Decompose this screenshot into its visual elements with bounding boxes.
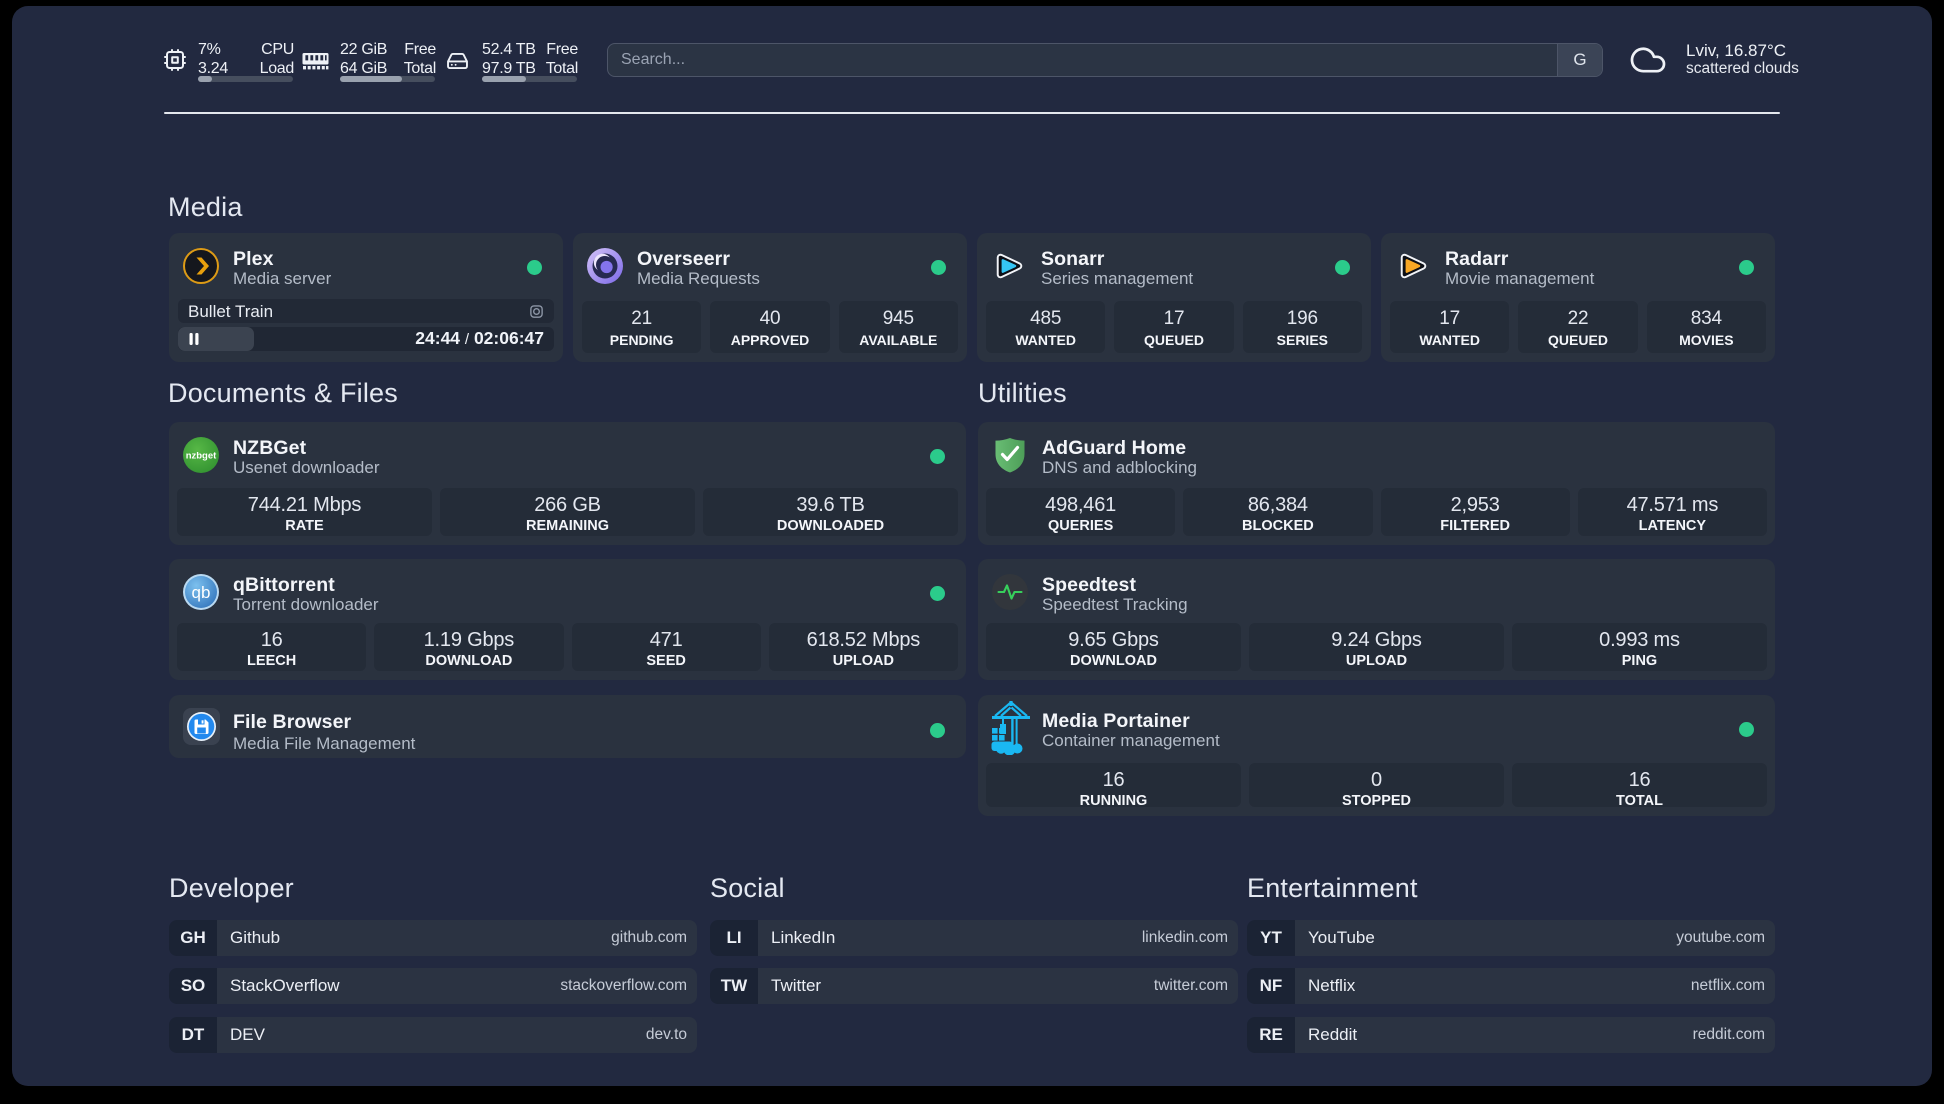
svg-text:nzbget: nzbget: [186, 451, 217, 462]
svg-text:qb: qb: [192, 583, 211, 602]
